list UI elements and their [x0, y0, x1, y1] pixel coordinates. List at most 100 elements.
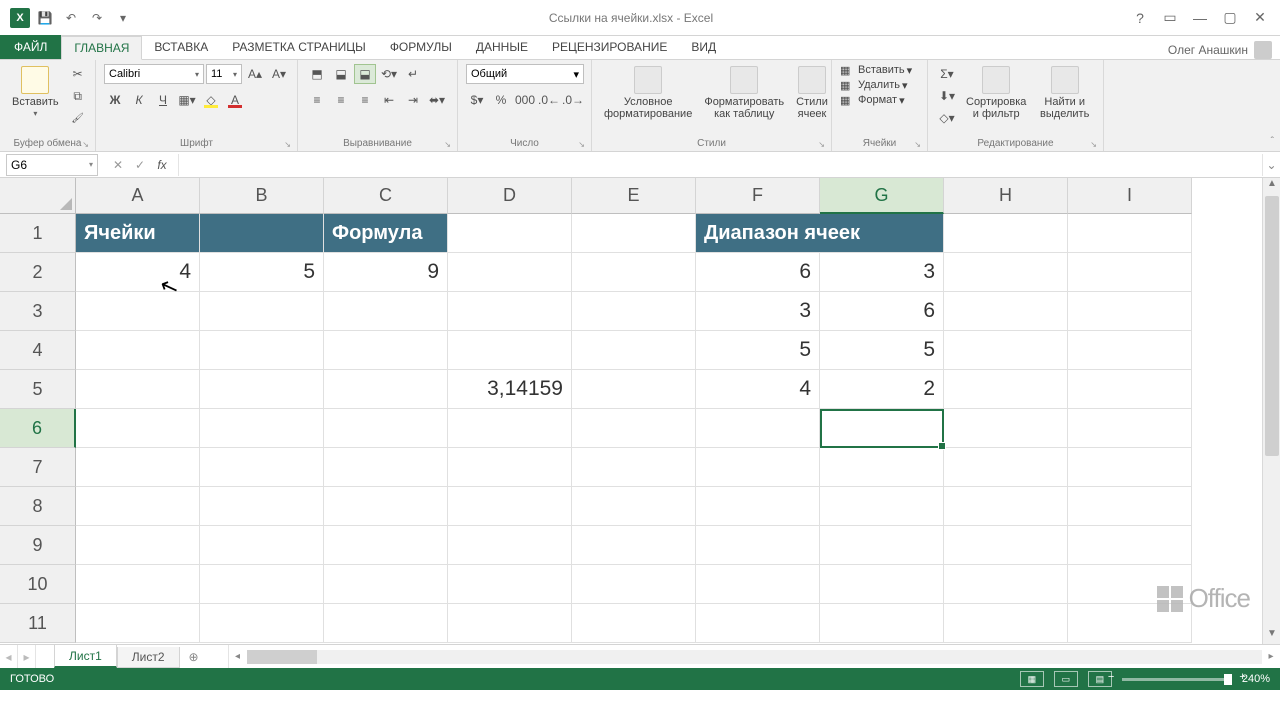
- merge-center-button[interactable]: ⬌▾: [426, 90, 448, 110]
- zoom-slider[interactable]: [1122, 678, 1232, 681]
- cell-B1[interactable]: [200, 214, 324, 253]
- zoom-level[interactable]: 240%: [1242, 673, 1270, 685]
- tab-formulas[interactable]: ФОРМУЛЫ: [378, 35, 464, 59]
- font-size-combo[interactable]: 11▾: [206, 64, 242, 84]
- vertical-scrollbar[interactable]: ▲ ▼: [1262, 178, 1280, 644]
- cell-H8[interactable]: [944, 487, 1068, 526]
- accounting-format-button[interactable]: $▾: [466, 90, 488, 110]
- horizontal-scrollbar[interactable]: ◂ ▸: [228, 645, 1280, 668]
- align-bottom-button[interactable]: ⬓: [354, 64, 376, 84]
- accept-formula-icon[interactable]: ✓: [130, 158, 150, 172]
- delete-cells-button[interactable]: ▦Удалить ▾: [840, 79, 908, 92]
- qat-customize-icon[interactable]: ▾: [112, 7, 134, 29]
- cell-E6[interactable]: [572, 409, 696, 448]
- worksheet-grid[interactable]: ABCDEFGHI1ЯчейкиФормулаДиапазон ячеек245…: [0, 178, 1280, 644]
- cell-H9[interactable]: [944, 526, 1068, 565]
- cell-I9[interactable]: [1068, 526, 1192, 565]
- col-header-B[interactable]: B: [200, 178, 324, 214]
- file-tab[interactable]: ФАЙЛ: [0, 35, 61, 59]
- fill-button[interactable]: ⬇▾: [936, 86, 958, 106]
- cancel-formula-icon[interactable]: ✕: [108, 158, 128, 172]
- cell-A2[interactable]: 4: [76, 253, 200, 292]
- underline-button[interactable]: Ч: [152, 90, 174, 110]
- cell-C4[interactable]: [324, 331, 448, 370]
- scroll-thumb[interactable]: [1265, 196, 1279, 456]
- percent-format-button[interactable]: %: [490, 90, 512, 110]
- row-header-1[interactable]: 1: [0, 214, 76, 253]
- ribbon-options-button[interactable]: ▭: [1158, 8, 1182, 28]
- find-select-button[interactable]: Найти и выделить: [1034, 64, 1095, 122]
- autosum-button[interactable]: Σ▾: [936, 64, 958, 84]
- cell-H10[interactable]: [944, 565, 1068, 604]
- tab-home[interactable]: ГЛАВНАЯ: [61, 36, 142, 60]
- cell-E8[interactable]: [572, 487, 696, 526]
- font-color-button[interactable]: A: [224, 90, 246, 110]
- cell-H7[interactable]: [944, 448, 1068, 487]
- row-header-11[interactable]: 11: [0, 604, 76, 643]
- cell-A10[interactable]: [76, 565, 200, 604]
- tab-insert[interactable]: ВСТАВКА: [142, 35, 220, 59]
- cell-E11[interactable]: [572, 604, 696, 643]
- cell-G9[interactable]: [820, 526, 944, 565]
- cell-A1[interactable]: Ячейки: [76, 214, 200, 253]
- align-right-button[interactable]: ≡: [354, 90, 376, 110]
- cell-D10[interactable]: [448, 565, 572, 604]
- shrink-font-button[interactable]: A▾: [268, 64, 290, 84]
- cell-F5[interactable]: 4: [696, 370, 820, 409]
- scroll-up-icon[interactable]: ▲: [1263, 178, 1280, 194]
- cell-I2[interactable]: [1068, 253, 1192, 292]
- cell-C8[interactable]: [324, 487, 448, 526]
- number-format-combo[interactable]: Общий▾: [466, 64, 584, 84]
- cell-H11[interactable]: [944, 604, 1068, 643]
- col-header-A[interactable]: A: [76, 178, 200, 214]
- cell-B4[interactable]: [200, 331, 324, 370]
- cell-B10[interactable]: [200, 565, 324, 604]
- cell-E9[interactable]: [572, 526, 696, 565]
- clear-button[interactable]: ◇▾: [936, 108, 958, 128]
- scroll-down-icon[interactable]: ▼: [1263, 628, 1280, 644]
- close-button[interactable]: ✕: [1248, 8, 1272, 28]
- cell-B11[interactable]: [200, 604, 324, 643]
- format-painter-button[interactable]: [67, 108, 89, 128]
- cell-G6[interactable]: [820, 409, 944, 448]
- tab-page-layout[interactable]: РАЗМЕТКА СТРАНИЦЫ: [220, 35, 378, 59]
- fill-color-button[interactable]: ◇: [200, 90, 222, 110]
- cell-I1[interactable]: [1068, 214, 1192, 253]
- cell-F11[interactable]: [696, 604, 820, 643]
- view-page-layout-button[interactable]: ▭: [1054, 671, 1078, 687]
- cell-F1[interactable]: Диапазон ячеек: [696, 214, 944, 253]
- expand-formula-bar-icon[interactable]: ⌄: [1262, 154, 1280, 176]
- cell-G5[interactable]: 2: [820, 370, 944, 409]
- cell-E10[interactable]: [572, 565, 696, 604]
- cell-I6[interactable]: [1068, 409, 1192, 448]
- cell-D5[interactable]: 3,14159: [448, 370, 572, 409]
- cell-C5[interactable]: [324, 370, 448, 409]
- cell-D3[interactable]: [448, 292, 572, 331]
- hscroll-left-icon[interactable]: ◂: [229, 651, 247, 662]
- row-header-6[interactable]: 6: [0, 409, 76, 448]
- cell-A9[interactable]: [76, 526, 200, 565]
- cell-G8[interactable]: [820, 487, 944, 526]
- cell-F7[interactable]: [696, 448, 820, 487]
- cell-A7[interactable]: [76, 448, 200, 487]
- insert-function-icon[interactable]: fх: [152, 158, 172, 172]
- qat-redo-icon[interactable]: ↷: [86, 7, 108, 29]
- cell-B8[interactable]: [200, 487, 324, 526]
- cell-B2[interactable]: 5: [200, 253, 324, 292]
- cell-H6[interactable]: [944, 409, 1068, 448]
- row-header-4[interactable]: 4: [0, 331, 76, 370]
- decrease-indent-button[interactable]: ⇤: [378, 90, 400, 110]
- cell-G3[interactable]: 6: [820, 292, 944, 331]
- help-button[interactable]: ?: [1128, 8, 1152, 28]
- cell-D6[interactable]: [448, 409, 572, 448]
- cell-E1[interactable]: [572, 214, 696, 253]
- cell-E3[interactable]: [572, 292, 696, 331]
- copy-button[interactable]: [67, 86, 89, 106]
- cell-F6[interactable]: [696, 409, 820, 448]
- insert-cells-button[interactable]: ▦Вставить ▾: [840, 64, 912, 77]
- row-header-8[interactable]: 8: [0, 487, 76, 526]
- minimize-button[interactable]: —: [1188, 8, 1212, 28]
- hscroll-right-icon[interactable]: ▸: [1262, 651, 1280, 662]
- font-name-combo[interactable]: Calibri▾: [104, 64, 204, 84]
- cell-D7[interactable]: [448, 448, 572, 487]
